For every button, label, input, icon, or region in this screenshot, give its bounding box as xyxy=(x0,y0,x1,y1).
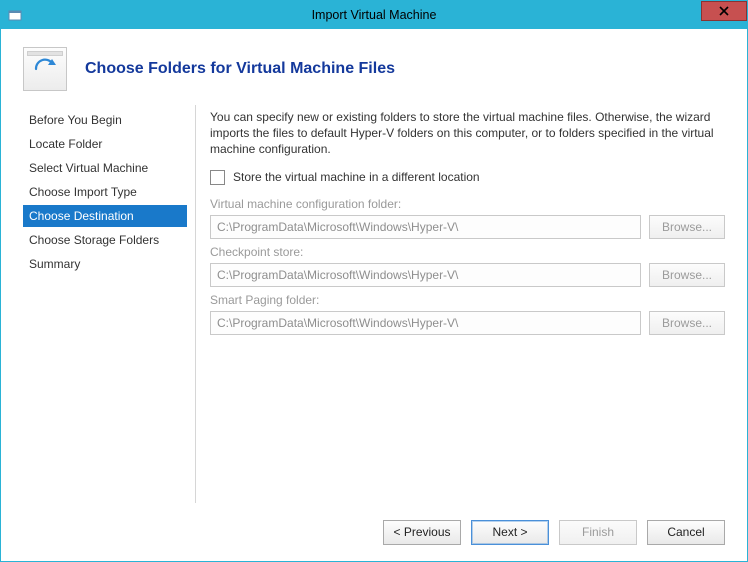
titlebar: Import Virtual Machine xyxy=(1,1,747,29)
checkpoint-store-browse-button[interactable]: Browse... xyxy=(649,263,725,287)
store-different-location-checkbox[interactable] xyxy=(210,170,225,185)
next-button[interactable]: Next > xyxy=(471,520,549,545)
previous-button[interactable]: < Previous xyxy=(383,520,461,545)
step-choose-import-type[interactable]: Choose Import Type xyxy=(23,181,187,203)
close-button[interactable] xyxy=(701,1,747,21)
page-title: Choose Folders for Virtual Machine Files xyxy=(85,60,395,78)
store-different-location-row: Store the virtual machine in a different… xyxy=(210,170,725,185)
wizard-body: Before You Begin Locate Folder Select Vi… xyxy=(1,105,747,503)
paging-folder-input[interactable]: C:\ProgramData\Microsoft\Windows\Hyper-V… xyxy=(210,311,641,335)
finish-button[interactable]: Finish xyxy=(559,520,637,545)
step-select-virtual-machine[interactable]: Select Virtual Machine xyxy=(23,157,187,179)
wizard-steps: Before You Begin Locate Folder Select Vi… xyxy=(23,105,195,503)
paging-folder-browse-button[interactable]: Browse... xyxy=(649,311,725,335)
step-choose-storage-folders[interactable]: Choose Storage Folders xyxy=(23,229,187,251)
paging-folder-label: Smart Paging folder: xyxy=(210,293,725,307)
step-locate-folder[interactable]: Locate Folder xyxy=(23,133,187,155)
wizard-footer: < Previous Next > Finish Cancel xyxy=(1,503,747,561)
config-folder-input[interactable]: C:\ProgramData\Microsoft\Windows\Hyper-V… xyxy=(210,215,641,239)
cancel-button[interactable]: Cancel xyxy=(647,520,725,545)
config-folder-browse-button[interactable]: Browse... xyxy=(649,215,725,239)
step-choose-destination[interactable]: Choose Destination xyxy=(23,205,187,227)
wizard-window: Import Virtual Machine Choose Folders fo… xyxy=(0,0,748,562)
import-icon xyxy=(23,47,67,91)
vertical-divider xyxy=(195,105,196,503)
wizard-header: Choose Folders for Virtual Machine Files xyxy=(1,29,747,105)
app-icon xyxy=(7,7,23,23)
config-folder-label: Virtual machine configuration folder: xyxy=(210,197,725,211)
checkpoint-store-input[interactable]: C:\ProgramData\Microsoft\Windows\Hyper-V… xyxy=(210,263,641,287)
window-title: Import Virtual Machine xyxy=(1,8,747,22)
checkpoint-store-label: Checkpoint store: xyxy=(210,245,725,259)
step-summary[interactable]: Summary xyxy=(23,253,187,275)
step-before-you-begin[interactable]: Before You Begin xyxy=(23,109,187,131)
wizard-content: You can specify new or existing folders … xyxy=(210,105,725,503)
store-different-location-label: Store the virtual machine in a different… xyxy=(233,170,480,184)
intro-text: You can specify new or existing folders … xyxy=(210,109,725,158)
